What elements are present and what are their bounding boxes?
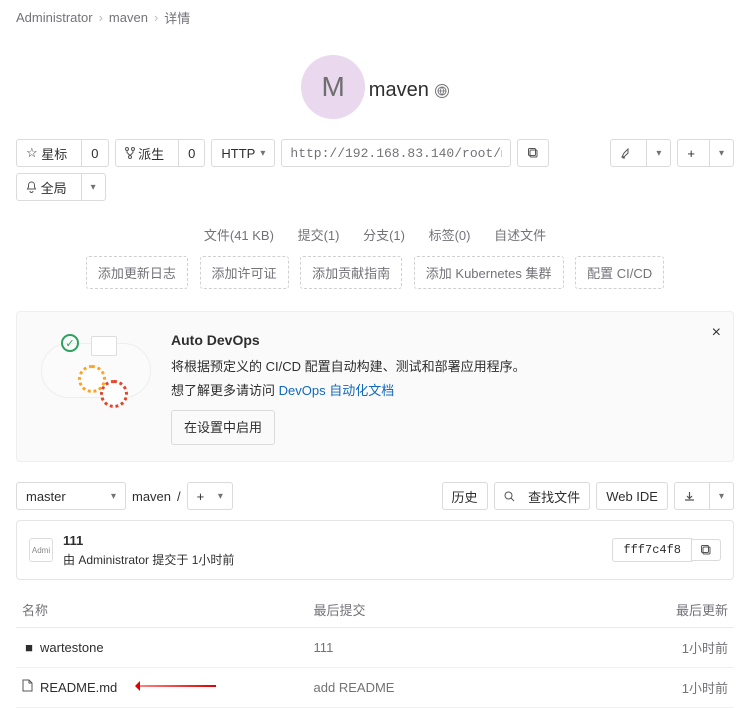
globe-icon — [435, 84, 449, 98]
chevron-right-icon: › — [99, 10, 103, 25]
fork-icon — [125, 147, 135, 159]
chevron-right-icon: › — [154, 10, 158, 25]
breadcrumb: Administrator › maven › 详情 — [0, 0, 750, 35]
web-ide-button[interactable]: Web IDE — [596, 482, 668, 510]
fork-button[interactable]: 派生 0 — [115, 139, 206, 167]
breadcrumb-project[interactable]: maven — [109, 10, 148, 25]
path-project[interactable]: maven — [132, 489, 171, 504]
project-avatar: M — [301, 55, 365, 119]
devops-title: Auto DevOps — [171, 328, 719, 353]
find-file-button[interactable]: 查找文件 — [494, 482, 591, 510]
project-tabs: 文件(41 KB) 提交(1) 分支(1) 标签(0) 自述文件 — [0, 211, 750, 256]
col-name: 名称 — [16, 592, 308, 628]
devops-docs-link[interactable]: DevOps 自动化文档 — [279, 383, 395, 398]
search-icon — [504, 491, 515, 502]
auto-devops-banner: ✓ Auto DevOps 将根据预定义的 CI/CD 配置自动构建、测试和部署… — [16, 311, 734, 462]
file-tree-table: 名称 最后提交 最后更新 ■wartestone 111 1小时前 README… — [16, 592, 734, 708]
tab-branches[interactable]: 分支(1) — [363, 228, 405, 243]
chevron-down-icon: ▾ — [81, 174, 105, 200]
file-icon — [22, 679, 36, 692]
bell-icon — [26, 181, 37, 193]
breadcrumb-page: 详情 — [164, 8, 190, 27]
document-icon — [91, 336, 117, 356]
pipeline-button[interactable]: ▾ — [610, 139, 671, 167]
plus-icon: + — [678, 140, 704, 166]
copy-icon — [700, 544, 712, 556]
check-circle-icon: ✓ — [61, 334, 79, 352]
suggestion-bar: 添加更新日志 添加许可证 添加贡献指南 添加 Kubernetes 集群 配置 … — [0, 256, 750, 305]
project-header: M maven — [0, 35, 750, 129]
folder-icon: ■ — [22, 640, 36, 655]
chevron-down-icon: ▾ — [218, 491, 223, 502]
table-row[interactable]: README.md add README 1小时前 — [16, 667, 734, 707]
chevron-down-icon: ▾ — [111, 491, 116, 502]
tab-tags[interactable]: 标签(0) — [429, 228, 471, 243]
chevron-down-icon: ▾ — [646, 140, 670, 166]
commit-title[interactable]: 111 — [63, 531, 602, 551]
chevron-down-icon: ▾ — [709, 483, 733, 509]
chevron-down-icon: ▾ — [709, 140, 733, 166]
project-toolbar: ☆ 星标 0 派生 0 HTTP▾ ▾ + ▾ 全局 ▾ — [0, 129, 750, 211]
devops-illustration: ✓ — [31, 328, 171, 408]
chevron-down-icon: ▾ — [260, 148, 265, 159]
table-row[interactable]: ■wartestone 111 1小时前 — [16, 627, 734, 667]
notification-dropdown[interactable]: 全局 ▾ — [16, 173, 106, 201]
last-commit-box: Admi 111 由 Administrator 提交于 1小时前 fff7c4… — [16, 520, 734, 580]
copy-sha-button[interactable] — [692, 539, 721, 561]
rocket-icon — [611, 140, 641, 166]
commit-meta: 由 Administrator 提交于 1小时前 — [63, 551, 602, 569]
configure-cicd-button[interactable]: 配置 CI/CD — [575, 256, 664, 289]
tab-readme[interactable]: 自述文件 — [494, 228, 546, 243]
tab-files[interactable]: 文件(41 KB) — [204, 228, 274, 243]
tab-commits[interactable]: 提交(1) — [298, 228, 340, 243]
gear-icon — [81, 368, 103, 390]
commit-sha[interactable]: fff7c4f8 — [612, 538, 692, 562]
col-last-update: 最后更新 — [560, 592, 734, 628]
star-button[interactable]: ☆ 星标 0 — [16, 139, 109, 167]
breadcrumb-owner[interactable]: Administrator — [16, 10, 93, 25]
branch-dropdown[interactable]: master▾ — [16, 482, 126, 510]
annotation-arrow — [136, 685, 216, 687]
add-license-button[interactable]: 添加许可证 — [200, 256, 289, 289]
history-button[interactable]: 历史 — [442, 482, 488, 510]
close-icon[interactable]: × — [712, 324, 721, 342]
file-toolbar: master▾ maven / + ▾ 历史 查找文件 Web IDE ▾ — [0, 468, 750, 520]
download-dropdown[interactable]: ▾ — [674, 482, 734, 510]
protocol-dropdown[interactable]: HTTP▾ — [211, 139, 275, 167]
fork-count: 0 — [178, 140, 204, 166]
path-separator: / — [177, 489, 181, 504]
add-contributing-button[interactable]: 添加贡献指南 — [300, 256, 402, 289]
star-count: 0 — [81, 140, 107, 166]
col-last-commit: 最后提交 — [308, 592, 560, 628]
copy-icon — [527, 147, 539, 159]
devops-description: 将根据预定义的 CI/CD 配置自动构建、测试和部署应用程序。 — [171, 355, 719, 378]
download-icon — [675, 483, 704, 509]
project-name: maven — [369, 79, 429, 102]
add-changelog-button[interactable]: 添加更新日志 — [86, 256, 188, 289]
avatar: Admi — [29, 538, 53, 562]
enable-in-settings-button[interactable]: 在设置中启用 — [171, 410, 275, 445]
clone-url-input[interactable] — [281, 139, 511, 167]
copy-url-button[interactable] — [517, 139, 549, 167]
star-icon: ☆ — [26, 145, 38, 161]
gear-icon — [103, 383, 125, 405]
add-button[interactable]: + ▾ — [677, 139, 734, 167]
add-file-dropdown[interactable]: + ▾ — [187, 482, 233, 510]
add-kubernetes-button[interactable]: 添加 Kubernetes 集群 — [414, 256, 564, 289]
